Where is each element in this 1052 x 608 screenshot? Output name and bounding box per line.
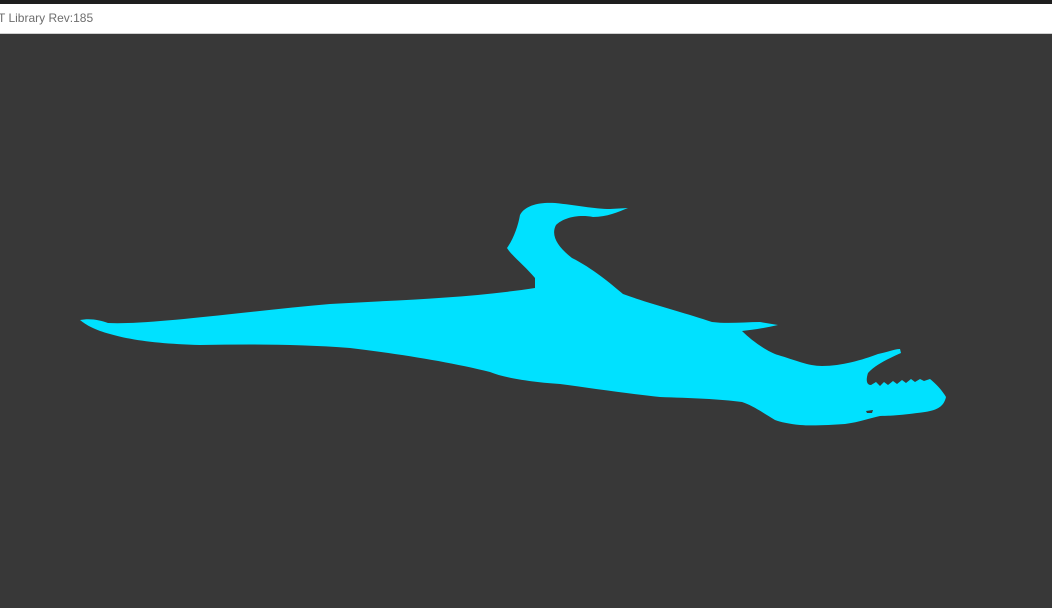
dinosaur-model-icon[interactable] — [80, 202, 946, 426]
window-title: T Library Rev:185 — [0, 11, 94, 25]
title-bar[interactable]: T Library Rev:185 — [0, 4, 1052, 34]
3d-viewport[interactable] — [0, 34, 1052, 608]
viewport-canvas[interactable] — [0, 34, 1052, 608]
